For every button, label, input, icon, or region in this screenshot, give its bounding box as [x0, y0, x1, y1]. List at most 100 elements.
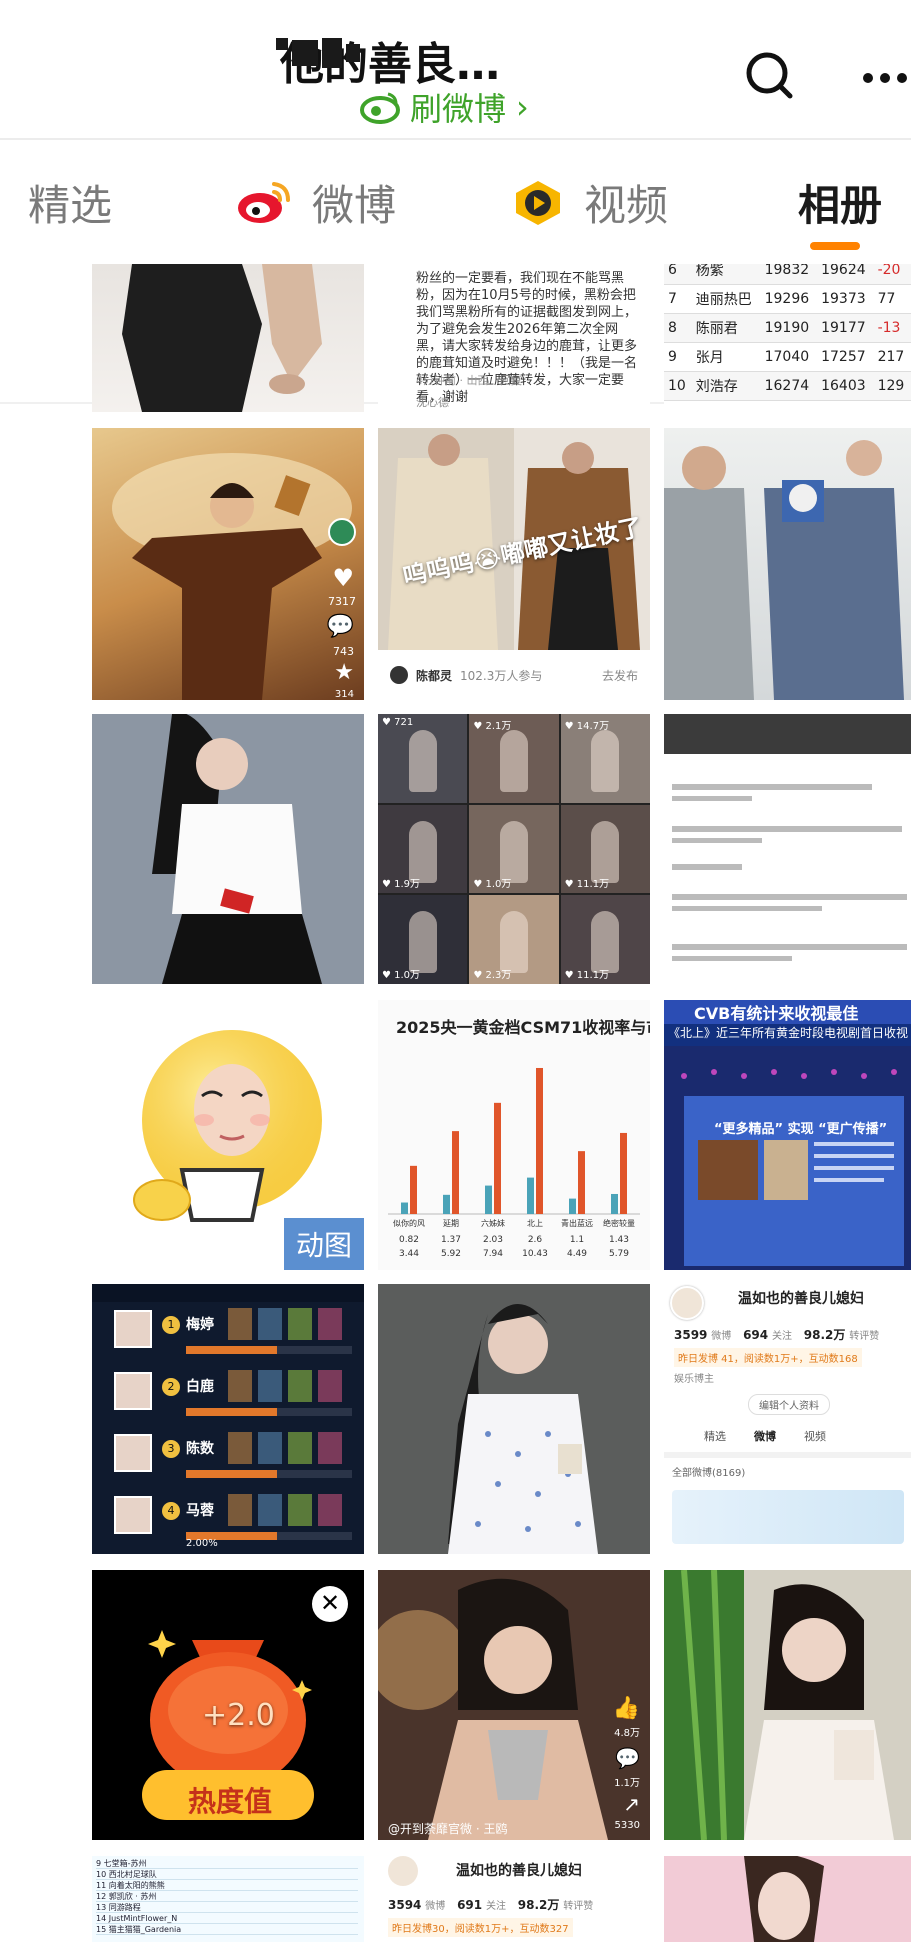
chart-bar — [494, 1102, 501, 1214]
photo-tile[interactable]: ♥ 721 ♥ 2.1万 ♥ 14.7万 ♥ 1.9万 ♥ 1.0万 ♥ 11.1万 ♥ 1… — [378, 714, 650, 984]
tab-album[interactable]: 相册 — [798, 172, 882, 233]
photo-tile[interactable]: 粉丝的一定要看，我们现在不能骂黑粉，因为在10月5号的时候，黑粉会把我们骂黑粉所… — [378, 264, 650, 412]
following-label: 关注 — [485, 1901, 506, 1912]
search-icon[interactable] — [742, 48, 798, 104]
progress-bar — [186, 1470, 352, 1478]
following-count: 691 — [457, 1898, 483, 1912]
table-cell: 刘浩存 — [691, 371, 761, 401]
gif-badge: 动图 — [283, 1218, 364, 1270]
chart-bar — [452, 1131, 459, 1214]
table-row: 10 刘浩存 16274 16403 129 — [664, 371, 911, 401]
collage-photo: ♥ 14.7万 — [560, 714, 650, 803]
list-header — [92, 1284, 364, 1302]
table-cell: 19190 — [760, 313, 818, 343]
mini-tab: 微博 — [754, 1430, 776, 1443]
banner-subtitle: 《北上》近三年所有黄金时段电视剧首日收视 — [664, 1024, 911, 1046]
chart-title: 2025央一黄金档CSM71收视率与市场份额 — [396, 1018, 650, 1037]
chevron-right-icon: › — [516, 88, 529, 126]
data-label: 3.44 — [399, 1249, 419, 1259]
all-posts-label: 全部微博(8169) — [672, 1468, 746, 1479]
reply-link: 回复 — [500, 374, 522, 387]
tab-featured[interactable]: 精选 — [28, 172, 112, 233]
photo-thumbnail — [664, 1570, 911, 1840]
photo-tile[interactable]: 动图 — [92, 1000, 364, 1270]
photo-tile[interactable] — [664, 428, 911, 700]
x-tick-label: 青出蓝远 — [561, 1218, 593, 1228]
photo-tile[interactable]: 呜呜呜😭嘟嘟又让妆了 陈都灵 102.3万人参与 去发布 — [378, 428, 650, 700]
poster-thumbnail — [258, 1370, 282, 1402]
tab-label: 视频 — [584, 181, 669, 230]
like-count: ♥ 11.1万 — [564, 879, 610, 891]
photo-tile[interactable]: 温如也的善良儿媳妇 3594 微博 691 关注 98.2万 转评赞 昨日发博3… — [378, 1856, 650, 1942]
data-label: 1.37 — [441, 1235, 461, 1245]
like-count: ♥ 11.1万 — [564, 969, 610, 981]
like-count: ♥ 1.9万 — [382, 879, 421, 891]
rank-name: 马蓉 — [186, 1503, 214, 1519]
photo-tile[interactable] — [664, 1570, 911, 1840]
photo-tile[interactable] — [664, 1856, 911, 1942]
photo-tile[interactable] — [378, 1284, 650, 1554]
weibo-label: 微博 — [711, 1331, 732, 1342]
fans-count: 98.2万 — [517, 1898, 560, 1912]
photo-tile[interactable]: 1 梅婷 2 白鹿 3 陈数 4 马蓉 2.00% — [92, 1284, 364, 1554]
like-count: ♥ 1.0万 — [382, 969, 421, 981]
table-cell: 张月 — [691, 342, 761, 372]
photo-tile[interactable]: 温如也的善良儿媳妇 3599 微博 694 关注 98.2万 转评赞 昨日发博 … — [664, 1284, 911, 1554]
brush-weibo-link[interactable]: 刷微博 › — [360, 84, 529, 130]
title-redaction — [276, 26, 386, 80]
rank-name: 白鹿 — [186, 1379, 214, 1395]
rank-number: 1 — [162, 1316, 180, 1334]
active-tab-indicator — [810, 242, 860, 250]
photo-tile[interactable]: CVB有统计来收视最佳 《北上》近三年所有黄金时段电视剧首日收视 “更多精品” … — [664, 1000, 911, 1270]
photo-tile[interactable]: 2025央一黄金档CSM71收视率与市场份额 似你的风 0.82 3.44 延期 1.3… — [378, 1000, 650, 1270]
tab-video[interactable]: 视频 — [512, 172, 668, 233]
list-item: 3 陈数 — [102, 1430, 354, 1482]
chart-bar — [578, 1151, 585, 1214]
list-item: 15 猫主猫猫_Gardenia — [96, 1924, 358, 1935]
weibo-count: 3599 — [674, 1328, 708, 1342]
tab-weibo[interactable]: 微博 — [236, 172, 396, 233]
photo-tile[interactable]: ✕ +2.0 热度值 — [92, 1570, 364, 1840]
photo-tile[interactable]: 👍 4.8万 💬 1.1万 ↗ 5330 @开到荼靡官微 · 王鸥 — [378, 1570, 650, 1840]
comment-count: 1.1万 — [614, 1778, 640, 1789]
person-silhouette — [591, 820, 620, 883]
profile-name: 温如也的善良儿媳妇 — [456, 1863, 582, 1879]
heat-label: 热度值 — [188, 1785, 273, 1818]
progress-fill — [186, 1346, 278, 1354]
table-row: 6 杨紫 19832 19624 -20 — [664, 264, 911, 285]
table-cell: 77 — [873, 284, 911, 314]
avatar — [328, 518, 356, 546]
person-silhouette — [591, 911, 620, 974]
topic-participants: 102.3万人参与 — [460, 668, 543, 683]
comment-user: 沈心德 — [416, 396, 449, 409]
photo-tile[interactable]: 9 七堂箱-苏州 10 西北村足球队 11 向着太阳的熊熊 12 郭凯欣 · 苏州 13… — [92, 1856, 364, 1942]
photo-tile[interactable]: 6 杨紫 19832 19624 -20 7 迪丽热巴 19296 19373 77 8 陈丽君 191… — [664, 264, 911, 412]
photo-tile[interactable] — [664, 714, 911, 984]
photo-grid: 粉丝的一定要看，我们现在不能骂黑粉，因为在10月5号的时候，黑粉会把我们骂黑粉所… — [0, 264, 911, 1942]
person-silhouette — [408, 820, 437, 883]
more-icon[interactable] — [860, 58, 910, 98]
photo-tile[interactable] — [92, 714, 364, 984]
avatar — [388, 1856, 418, 1886]
poster-thumbnail — [288, 1432, 312, 1464]
close-icon[interactable]: ✕ — [312, 1586, 348, 1622]
data-label: 1.1 — [570, 1235, 584, 1245]
table-cell: 17040 — [760, 342, 818, 372]
poster-thumbnail — [258, 1308, 282, 1340]
person-silhouette — [499, 729, 528, 793]
table-cell: 7 — [664, 284, 692, 314]
photo-tile[interactable]: ♥ 7317 💬 743 ★ 314 — [92, 428, 364, 700]
poster-thumbnail — [318, 1432, 342, 1464]
photo-thumbnail — [92, 714, 364, 984]
table-cell: 杨紫 — [691, 264, 761, 285]
chart-bar — [611, 1193, 618, 1214]
photo-thumbnail — [664, 440, 904, 700]
list-item: 4 马蓉 2.00% — [102, 1492, 354, 1549]
photo-tile[interactable] — [92, 264, 364, 412]
comment-icon: 💬 — [326, 614, 354, 639]
ranking-table: 6 杨紫 19832 19624 -20 7 迪丽热巴 19296 19373 77 8 陈丽君 191… — [664, 264, 911, 401]
fans-label: 转评赞 — [849, 1331, 880, 1342]
table-cell: 16274 — [760, 371, 818, 401]
profile-tabs: 精选 微博 视频 相册 — [0, 140, 911, 404]
like-count: ♥ 721 — [382, 717, 414, 728]
